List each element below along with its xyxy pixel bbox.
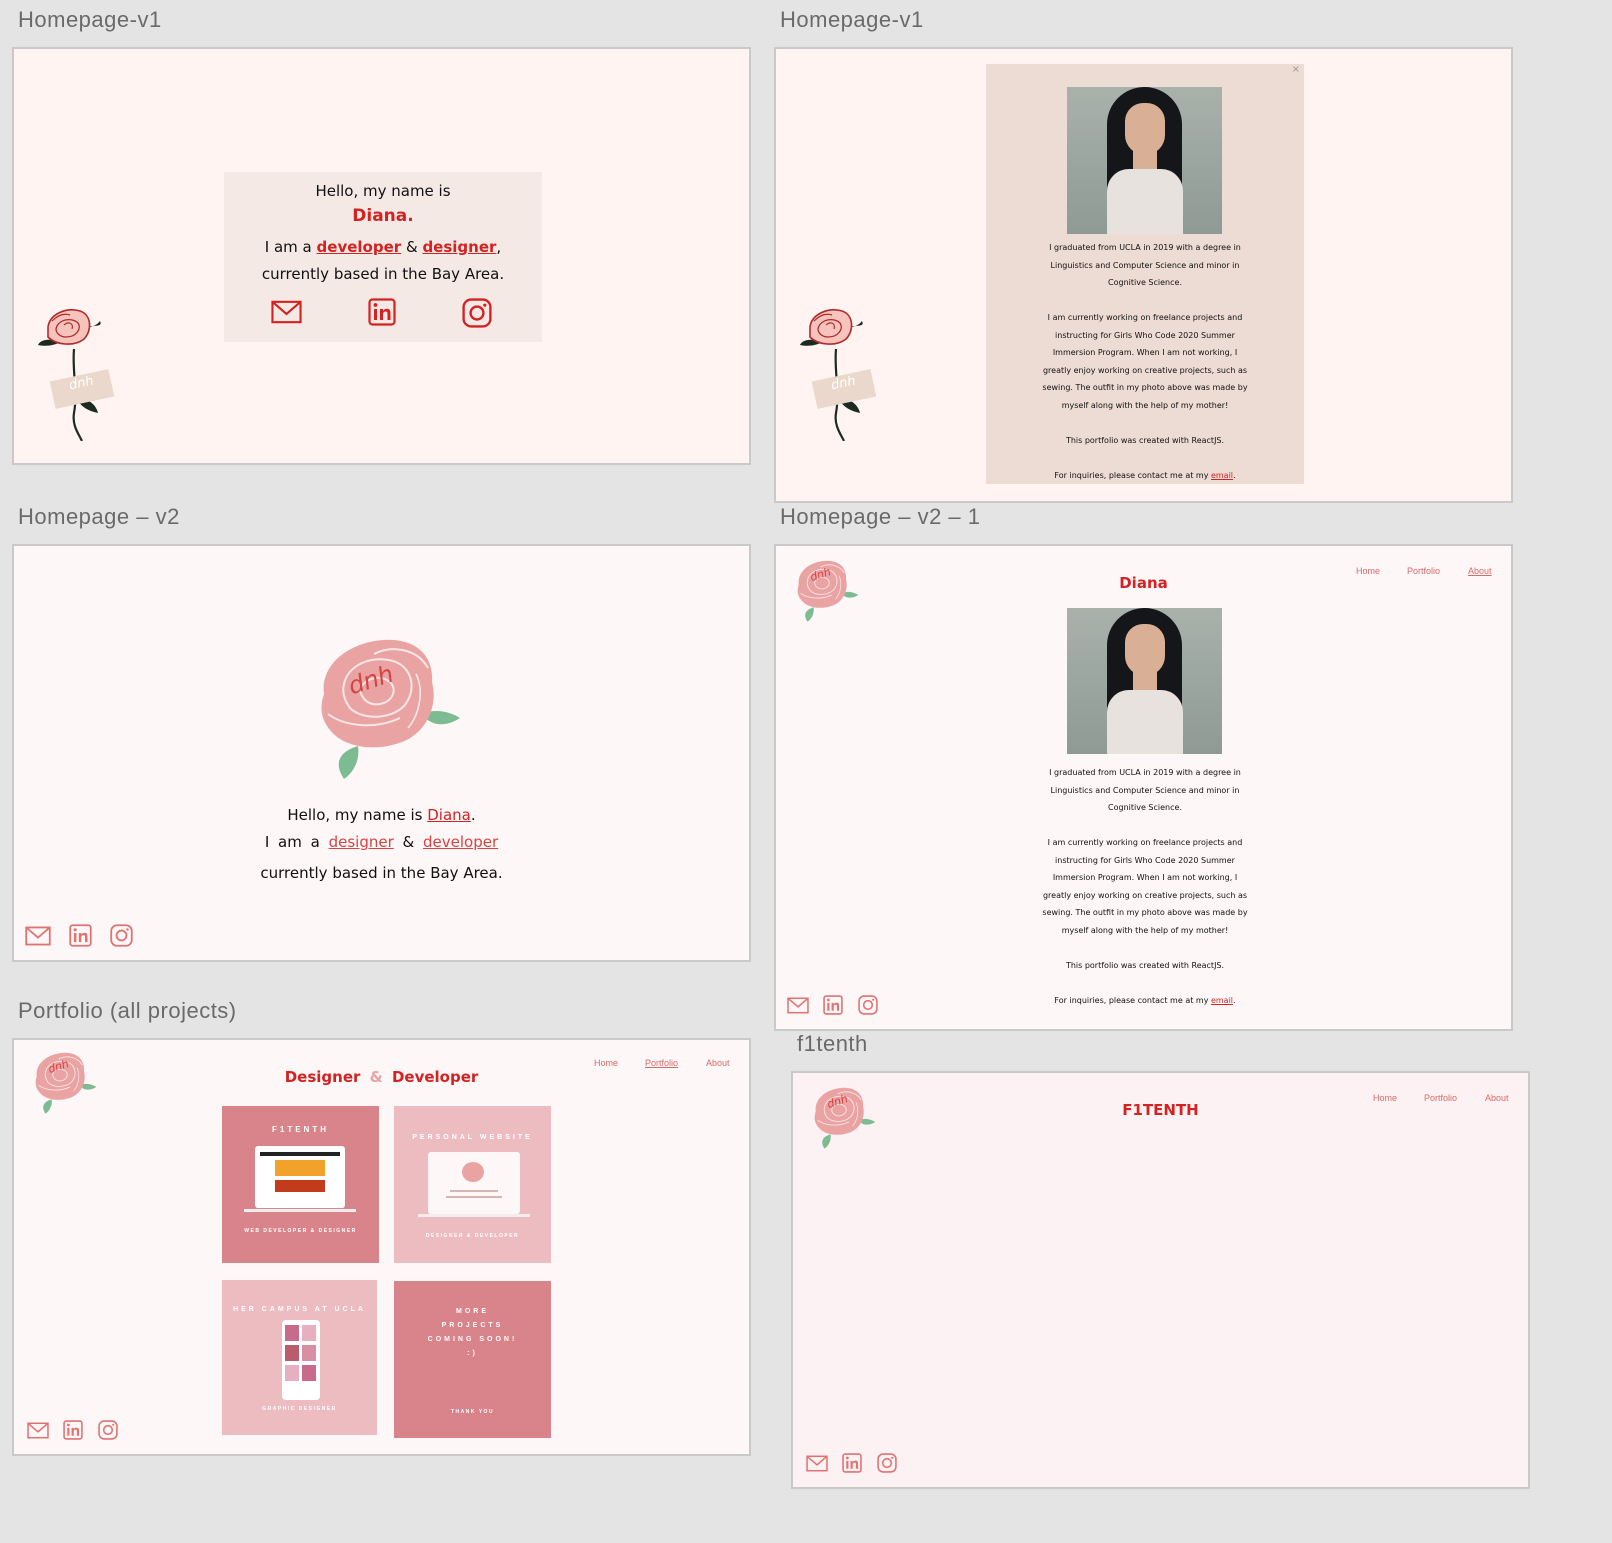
project-card-coming-soon[interactable]: MORE PROJECTS COMING SOON! :) THANK YOU (394, 1281, 551, 1438)
page-title: Diana (1119, 574, 1168, 592)
nav-home[interactable]: Home (594, 1058, 618, 1068)
linkedin-icon[interactable] (842, 1453, 862, 1473)
frame-homepage-v1[interactable]: dnh Hello, my name is Diana. I am a deve… (12, 47, 751, 465)
location-text: currently based in the Bay Area. (261, 265, 505, 283)
about-text: I graduated from UCLA in 2019 with a deg… (1042, 243, 1248, 480)
project-card-personal-website[interactable]: PERSONAL WEBSITE DESIGNER & DEVELOPER (394, 1106, 551, 1263)
about-text: I graduated from UCLA in 2019 with a deg… (1042, 768, 1248, 1005)
nav-portfolio[interactable]: Portfolio (645, 1058, 678, 1068)
name-link[interactable]: Diana (427, 806, 471, 824)
frame-portfolio[interactable]: dnh Home Portfolio About Designer & Deve… (12, 1038, 751, 1456)
intro-card: Hello, my name is Diana. I am a develope… (224, 172, 542, 342)
email-link[interactable]: email (1211, 471, 1233, 480)
project-card-f1tenth[interactable]: F1TENTH WEB DEVELOPER & DESIGNER (222, 1106, 379, 1263)
project-card-her-campus[interactable]: HER CAMPUS AT UCLA GRAPHIC DESIGNER (222, 1280, 377, 1435)
instagram-icon[interactable] (110, 924, 133, 947)
mail-icon[interactable] (25, 926, 51, 946)
phone-mockup (282, 1320, 320, 1400)
nav-about[interactable]: About (706, 1058, 730, 1068)
designer-link[interactable]: designer (329, 833, 394, 851)
laptop-mockup (428, 1152, 520, 1214)
profile-photo (1067, 608, 1222, 754)
frame-homepage-v1-about[interactable]: dnh × I graduated from UCLA in 2019 with… (774, 47, 1513, 503)
role-line: I am a developer & designer, (264, 238, 502, 256)
page-title: Designer & Developer (284, 1068, 479, 1086)
rose-logo-sketch (796, 301, 876, 441)
frame-label-homepage-v2: Homepage – v2 (18, 504, 180, 529)
linkedin-icon[interactable] (69, 924, 92, 947)
frame-label-f1tenth: f1tenth (797, 1031, 868, 1056)
close-icon[interactable]: × (1292, 64, 1300, 75)
laptop-mockup (255, 1146, 345, 1208)
frame-label-homepage-v2-1: Homepage – v2 – 1 (780, 504, 981, 529)
frame-homepage-v2-1[interactable]: dnh Home Portfolio About Diana I graduat… (774, 544, 1513, 1031)
frame-label-portfolio: Portfolio (all projects) (18, 998, 237, 1023)
designer-link[interactable]: designer (422, 238, 496, 256)
name-heading: Diana. (352, 206, 414, 226)
location-text: currently based in the Bay Area. (260, 864, 503, 882)
frame-label-homepage-v1: Homepage-v1 (18, 7, 162, 32)
page-title: F1TENTH (1122, 1101, 1199, 1119)
rose-logo-sketch (34, 301, 114, 441)
frame-f1tenth[interactable]: dnh Home Portfolio About F1TENTH (791, 1071, 1530, 1489)
mail-icon[interactable] (787, 997, 809, 1014)
developer-link[interactable]: developer (423, 833, 498, 851)
profile-photo (1067, 87, 1222, 234)
instagram-icon[interactable] (858, 995, 878, 1015)
role-line: I am a designer & developer (264, 833, 499, 851)
instagram-icon[interactable] (462, 298, 492, 328)
linkedin-icon[interactable] (368, 298, 396, 326)
frame-label-homepage-v1-about: Homepage-v1 (780, 7, 924, 32)
mail-icon[interactable] (806, 1455, 828, 1472)
linkedin-icon[interactable] (63, 1420, 83, 1440)
greeting-text: Hello, my name is (315, 182, 451, 200)
email-link[interactable]: email (1211, 996, 1233, 1005)
linkedin-icon[interactable] (823, 995, 843, 1015)
greeting-line: Hello, my name is Diana. (287, 806, 476, 824)
instagram-icon[interactable] (877, 1453, 897, 1473)
frame-homepage-v2[interactable]: dnh Hello, my name is Diana. I am a desi… (12, 544, 751, 962)
developer-link[interactable]: developer (317, 238, 402, 256)
about-modal: × I graduated from UCLA in 2019 with a d… (986, 64, 1304, 484)
instagram-icon[interactable] (98, 1420, 118, 1440)
mail-icon[interactable] (271, 300, 302, 324)
rose-logo (304, 634, 464, 784)
mail-icon[interactable] (27, 1422, 49, 1439)
